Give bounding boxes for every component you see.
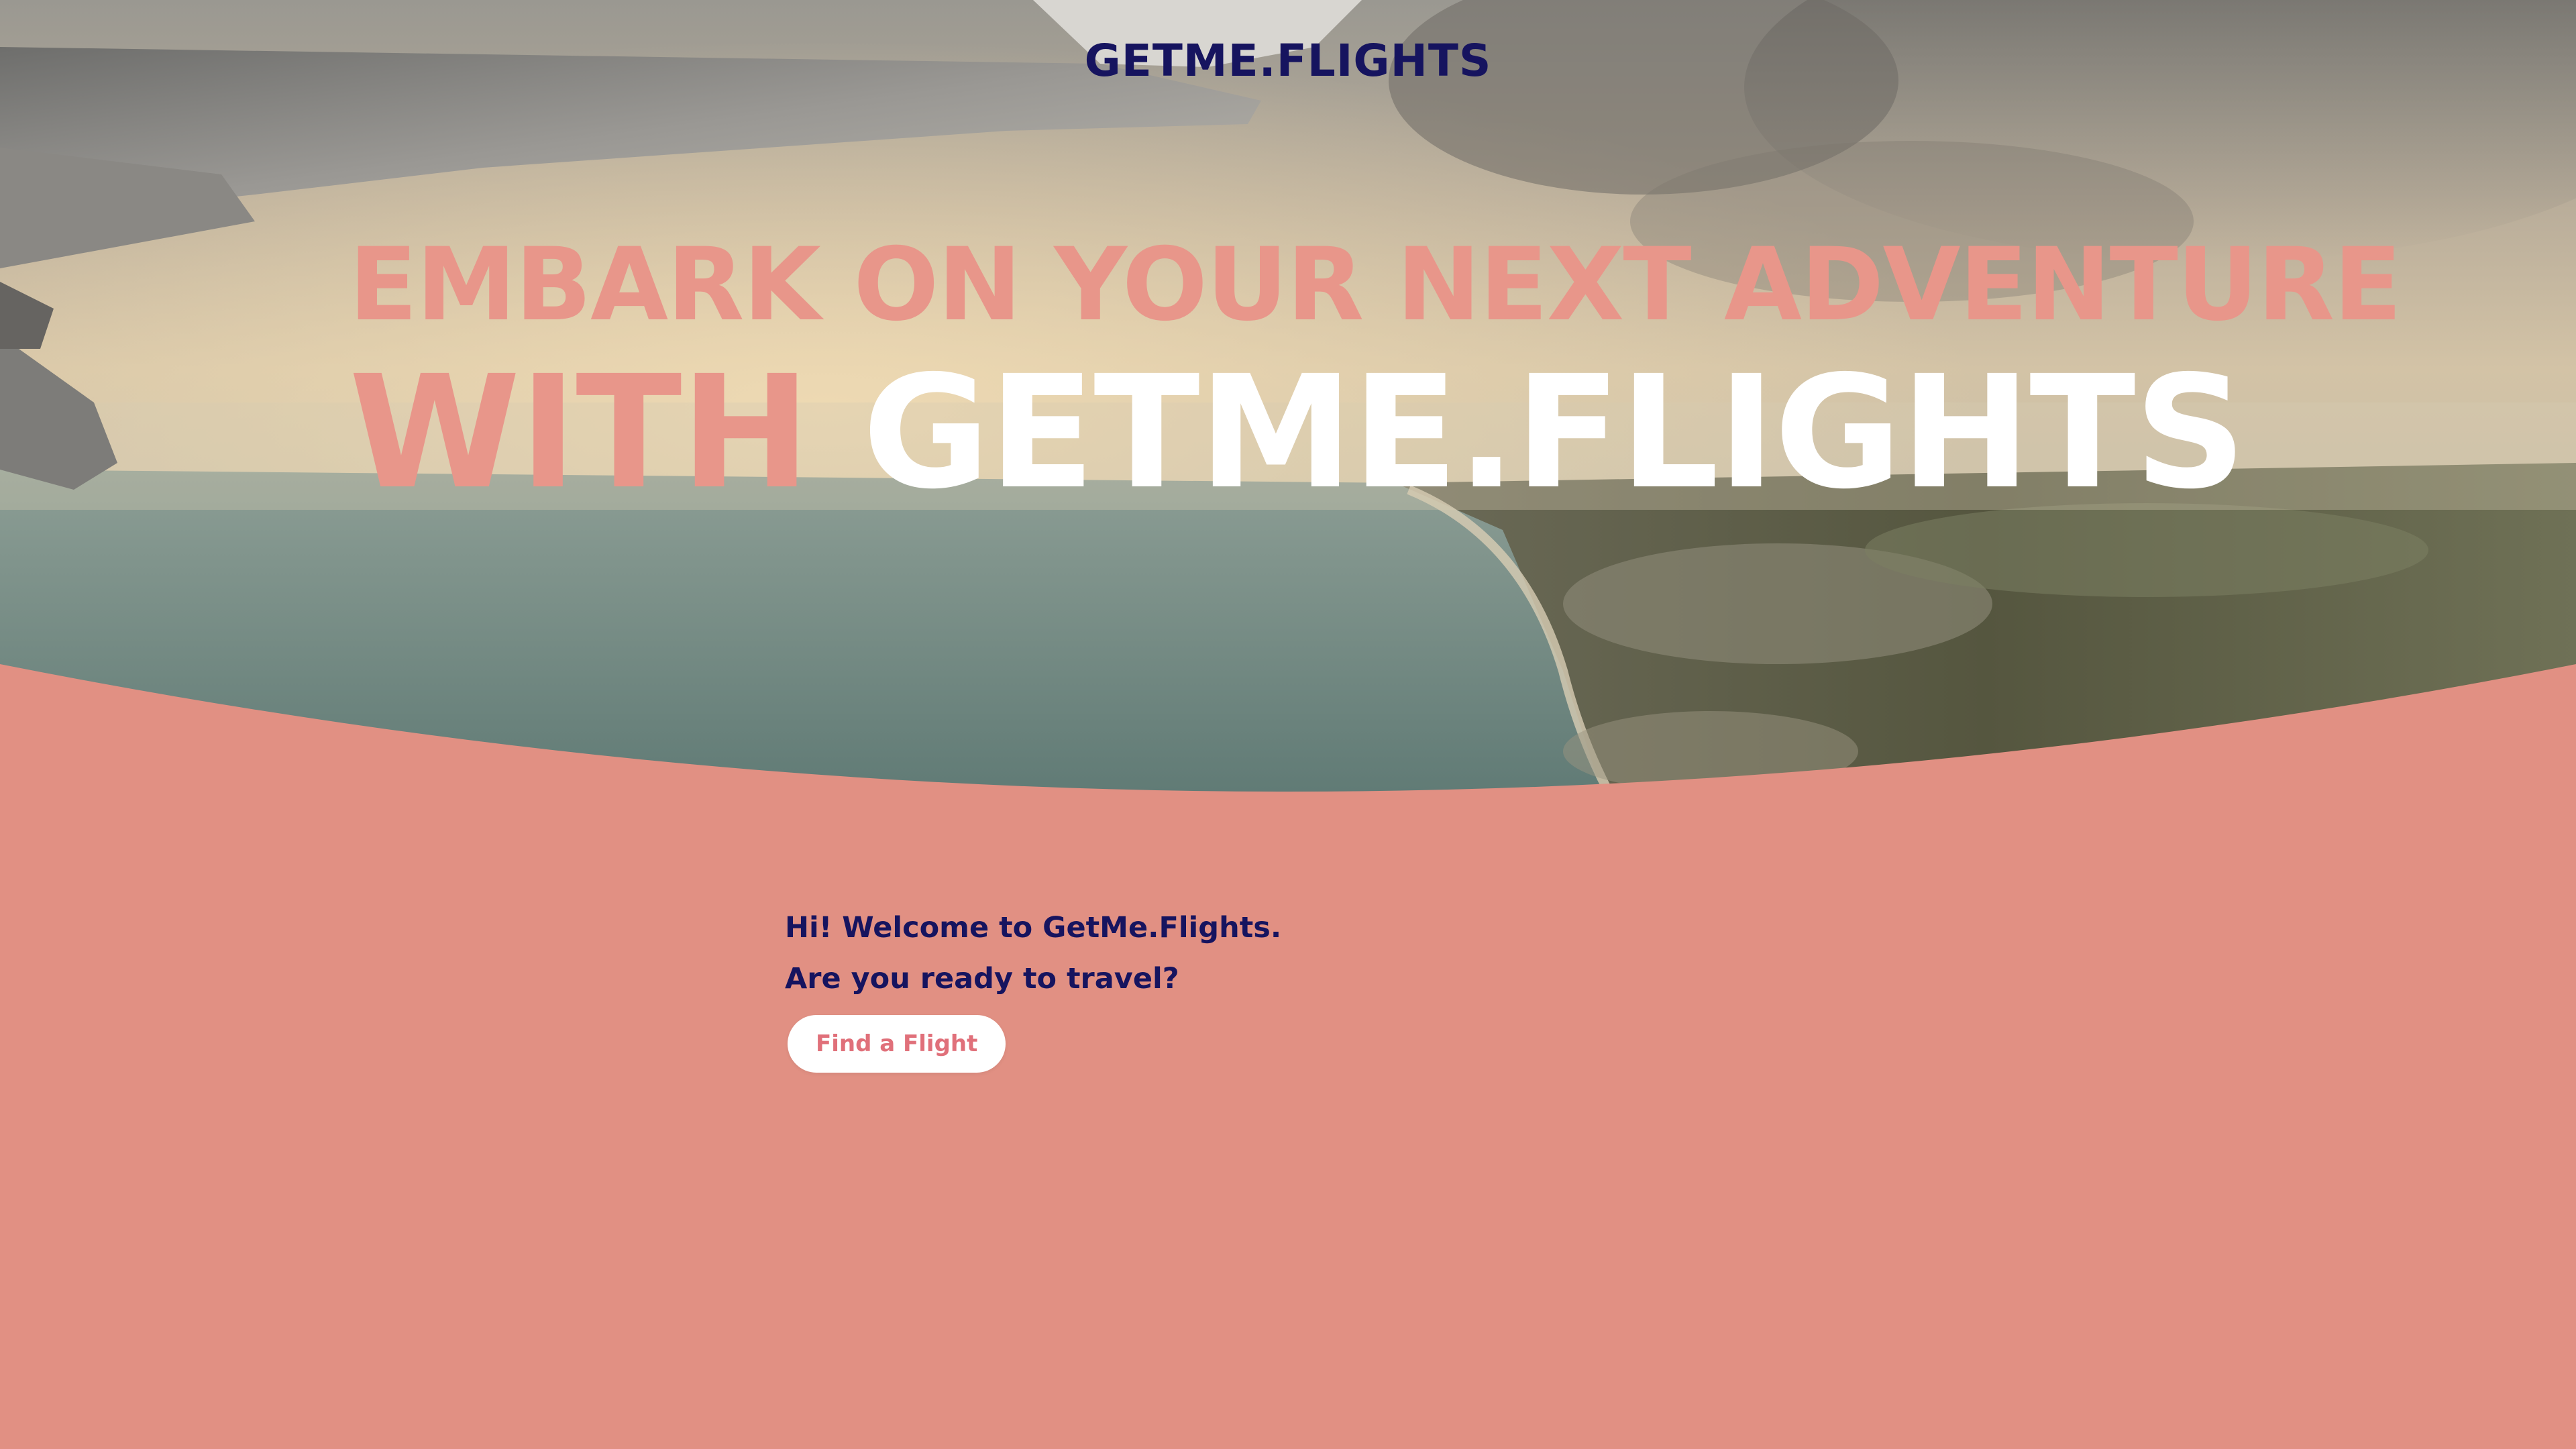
headline-with-word: WITH [349,342,811,523]
headline-line-2: WITH GETME.FLIGHTS [349,349,2247,517]
site-logo[interactable]: GETME.FLIGHTS [0,35,2576,87]
hero-headline: EMBARK ON YOUR NEXT ADVENTURE WITH GETME… [349,227,2402,517]
find-flight-button[interactable]: Find a Flight [788,1015,1006,1073]
landing-page: GETME.FLIGHTS EMBARK ON YOUR NEXT ADVENT… [0,0,2576,1449]
welcome-question: Are you ready to travel? [785,962,1179,996]
welcome-greeting: Hi! Welcome to GetMe.Flights. [785,911,1282,945]
hero-section: GETME.FLIGHTS EMBARK ON YOUR NEXT ADVENT… [0,0,2576,818]
welcome-section: Hi! Welcome to GetMe.Flights. Are you re… [785,902,1281,1073]
headline-line-1: EMBARK ON YOUR NEXT ADVENTURE [349,227,2402,343]
headline-brand-name: GETME.FLIGHTS [862,342,2246,523]
